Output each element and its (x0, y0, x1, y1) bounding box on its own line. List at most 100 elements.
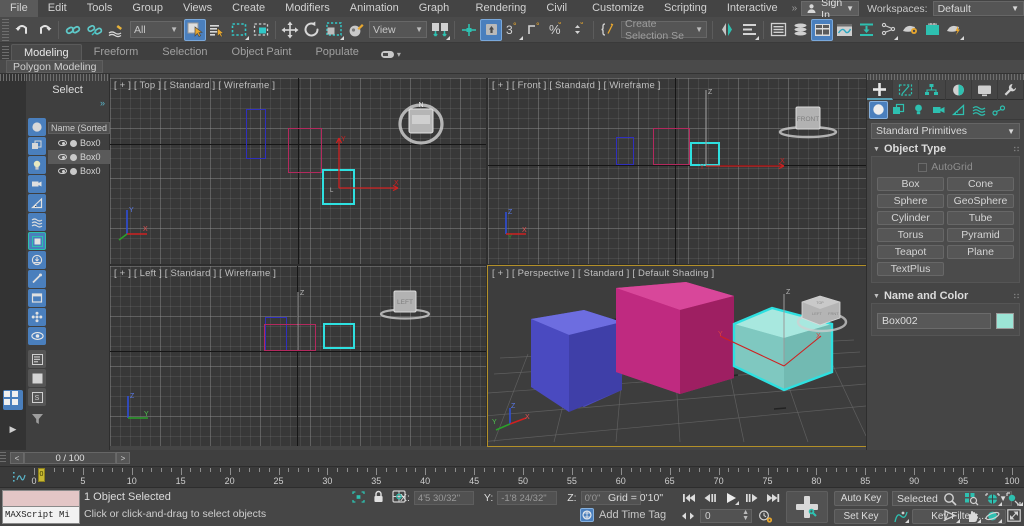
material-editor-icon[interactable] (877, 19, 899, 41)
edit-named-selection-sets-icon[interactable] (597, 19, 619, 41)
go-to-end-button[interactable] (764, 491, 782, 506)
utilities-tab[interactable] (998, 80, 1024, 100)
create-geosphere-button[interactable]: GeoSphere (947, 194, 1014, 208)
toolbar-grip[interactable] (2, 19, 9, 41)
previous-frame-button[interactable] (701, 491, 719, 506)
menu-item-tools[interactable]: Tools (77, 0, 123, 17)
curve-editor-icon[interactable] (833, 19, 855, 41)
viewport-label-perspective[interactable]: [ + ] [ Perspective ] [ Standard ] [ Def… (492, 268, 714, 279)
select-and-scale-icon[interactable] (323, 19, 345, 41)
lights-icon[interactable] (909, 101, 928, 119)
redo-button[interactable] (33, 19, 55, 41)
maxscript-output-pane[interactable] (2, 490, 80, 507)
layer-explorer-icon[interactable] (767, 19, 789, 41)
space-warps-icon[interactable] (969, 101, 988, 119)
rollout-drag-dots-icon[interactable]: ∷ (1014, 145, 1018, 154)
filter-geometry-icon[interactable] (28, 118, 46, 136)
flyout-corner-icon[interactable] (245, 36, 249, 40)
cameras-icon[interactable] (929, 101, 948, 119)
track-bar-key-mode-icon[interactable] (12, 471, 30, 484)
selection-lock-region-icon[interactable] (352, 491, 365, 503)
schematic-view-icon[interactable] (855, 19, 877, 41)
sign-in-button[interactable]: Sign In ▼ (801, 1, 859, 16)
scene-explorer-column-header[interactable]: Name (Sorted A (48, 122, 110, 134)
time-slider-handle[interactable]: 0 (38, 468, 45, 482)
window-crossing-toggle-icon[interactable] (250, 19, 272, 41)
reference-coordinate-dropdown[interactable]: View ▼ (369, 21, 427, 38)
time-control-grip[interactable] (0, 452, 6, 464)
undo-button[interactable] (11, 19, 33, 41)
x-coordinate-input[interactable]: 4'5 30/32" (414, 491, 474, 505)
create-tab[interactable] (867, 80, 893, 100)
flyout-corner-icon[interactable] (956, 519, 960, 523)
time-configuration-icon[interactable] (756, 509, 774, 524)
snaps-toggle-button[interactable] (480, 19, 502, 41)
flyout-corner-icon[interactable] (519, 36, 523, 40)
list-item[interactable]: Box0 (48, 136, 110, 150)
menu-item-modifiers[interactable]: Modifiers (275, 0, 340, 17)
filter-groups-icon[interactable] (28, 232, 46, 250)
render-setup-icon[interactable] (899, 19, 921, 41)
hierarchy-tab[interactable] (919, 80, 945, 100)
viewport-top[interactable]: Y X L Y X N [ + ] [ Top ] [ Standard ] [… (110, 78, 486, 264)
chevron-down-icon[interactable]: ▼ (695, 25, 703, 34)
create-textplus-button[interactable]: TextPlus (877, 262, 944, 276)
tab-populate[interactable]: Populate (303, 44, 370, 60)
systems-icon[interactable] (989, 101, 1008, 119)
wireframe-box-001[interactable] (616, 137, 634, 165)
spinner-snap-icon[interactable]: ° (568, 19, 590, 41)
flyout-corner-icon[interactable] (998, 519, 1002, 523)
flyout-corner-icon[interactable] (894, 36, 898, 40)
rollout-header-object-type[interactable]: ▼ Object Type ∷ (871, 142, 1020, 156)
align-icon[interactable] (738, 19, 760, 41)
viewport-perspective[interactable]: Z Y X LEFT FRNT TOP (488, 266, 866, 446)
left-dock-grip[interactable] (0, 74, 26, 81)
shapes-icon[interactable] (889, 101, 908, 119)
menu-item-views[interactable]: Views (173, 0, 222, 17)
go-to-start-button[interactable] (680, 491, 698, 506)
geometry-icon[interactable] (869, 101, 888, 119)
spinner-snap-toggle-icon[interactable]: %° (546, 19, 568, 41)
percent-snap-toggle-icon[interactable]: ° (524, 19, 546, 41)
autogrid-checkbox[interactable] (918, 163, 927, 172)
viewcube-front[interactable]: FRONT (775, 104, 841, 140)
flyout-corner-icon[interactable] (905, 519, 909, 523)
workspace-dropdown[interactable]: Default ▼ (933, 1, 1024, 16)
menu-item-animation[interactable]: Animation (340, 0, 409, 17)
collapse-triangle-icon[interactable]: ▼ (873, 146, 880, 153)
visibility-eye-icon[interactable] (58, 154, 67, 160)
chevron-down-icon[interactable]: ▼ (415, 25, 423, 34)
ribbon-panel-polygon-modeling[interactable]: Polygon Modeling (6, 60, 103, 73)
next-frame-button[interactable] (743, 491, 761, 506)
chevron-down-icon[interactable]: ▼ (846, 4, 854, 13)
wireframe-box-003[interactable] (653, 128, 690, 165)
viewport-label-front[interactable]: [ + ] [ Front ] [ Standard ] [ Wireframe… (492, 80, 661, 91)
filter-xrefs-icon[interactable] (28, 251, 46, 269)
create-teapot-button[interactable]: Teapot (877, 245, 944, 259)
transform-gizmo-left[interactable]: Z (290, 286, 370, 358)
previous-frame-button[interactable]: < (10, 452, 24, 464)
angle-snap-toggle-icon[interactable]: 3° (502, 19, 524, 41)
display-list-icon[interactable] (28, 350, 46, 368)
scene-explorer-icon[interactable] (789, 19, 811, 41)
menu-item-graph-editors[interactable]: Graph Editors (409, 0, 466, 17)
scene-explorer-grip[interactable] (26, 74, 109, 81)
rollout-drag-dots-icon[interactable]: ∷ (1014, 292, 1018, 301)
create-cone-button[interactable]: Cone (947, 177, 1014, 191)
left-dock-tab-icon[interactable] (3, 390, 23, 410)
wireframe-box-003[interactable] (288, 128, 322, 173)
tab-modeling[interactable]: Modeling (11, 44, 82, 60)
menu-item-customize[interactable]: Customize (582, 0, 654, 17)
create-plane-button[interactable]: Plane (947, 245, 1014, 259)
visibility-eye-icon[interactable] (58, 140, 67, 146)
filter-space-warps-icon[interactable] (28, 213, 46, 231)
list-item[interactable]: Box0 (48, 150, 110, 164)
scene-explorer-expand-icon[interactable]: » (26, 98, 109, 108)
viewport-label-left[interactable]: [ + ] [ Left ] [ Standard ] [ Wireframe … (114, 268, 276, 279)
filter-visibility-icon[interactable] (28, 327, 46, 345)
viewcube-top[interactable]: N (396, 96, 446, 146)
rollout-header-name-and-color[interactable]: ▼ Name and Color ∷ (871, 289, 1020, 303)
filter-helpers-icon[interactable] (28, 194, 46, 212)
field-of-view-icon[interactable] (940, 507, 961, 524)
chevron-down-icon[interactable]: ▼ (170, 25, 178, 34)
